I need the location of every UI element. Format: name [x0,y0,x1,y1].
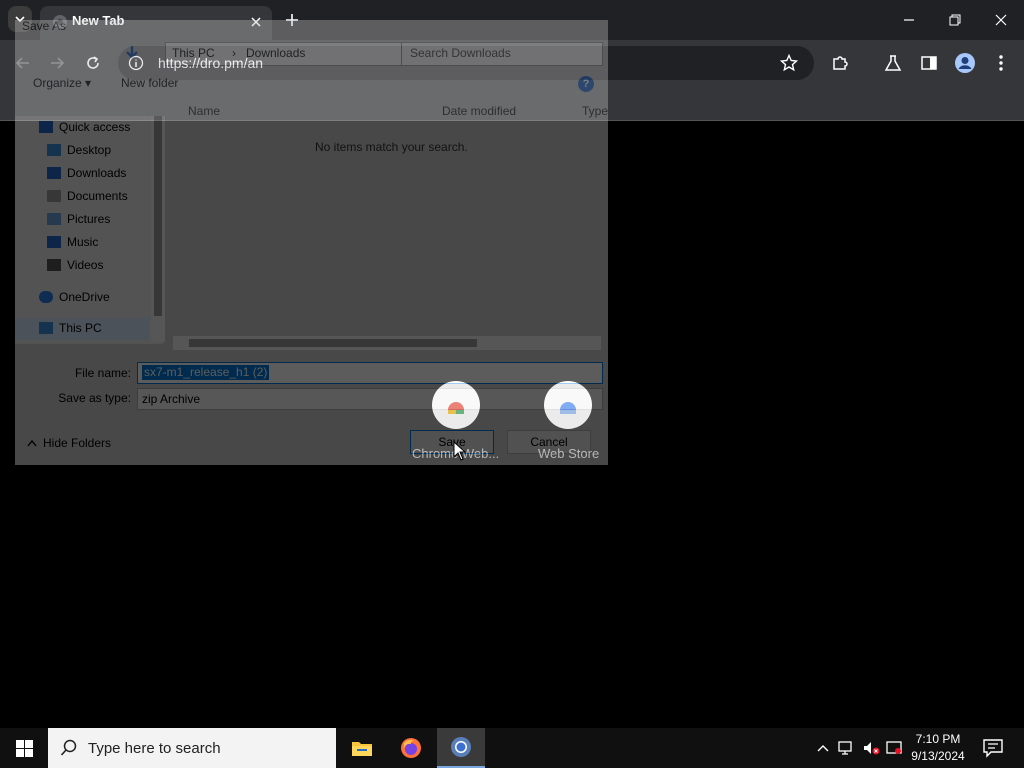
volume-muted-icon [864,742,880,755]
download-folder-icon [126,46,138,59]
taskbar-search-placeholder: Type here to search [88,740,221,757]
restore-button[interactable] [932,0,978,40]
star-icon [780,54,798,72]
taskbar-file-explorer[interactable] [338,728,386,768]
close-window-button[interactable] [978,0,1024,40]
video-icon [47,259,61,271]
cloud-icon [39,291,53,303]
dialog-search-placeholder: Search Downloads [410,46,511,60]
empty-results-message: No items match your search. [315,140,468,154]
menu-button[interactable] [988,50,1014,76]
nav-item-desktop[interactable]: Desktop [47,141,111,159]
windows-logo-icon [15,739,33,757]
flask-icon [884,55,902,71]
tray-volume-icon[interactable] [862,739,880,757]
restore-icon [949,14,961,26]
save-as-dialog: Save As This PC › Downloads Search Downl… [15,19,608,465]
column-header-type[interactable]: Type [582,104,608,118]
nav-item-this-pc[interactable]: This PC [39,319,102,337]
breadcrumb-separator: › [232,46,236,60]
nav-item-downloads[interactable]: Downloads [47,164,126,182]
firefox-icon [401,738,421,758]
input-language-icon [886,741,902,754]
close-icon [995,14,1007,26]
puzzle-icon [833,56,848,70]
organize-button[interactable]: Organize ▾ [33,76,91,90]
chevron-up-icon [27,439,37,447]
tray-language-icon[interactable] [886,739,904,757]
labs-button[interactable] [880,50,906,76]
bookmark-star-button[interactable] [776,50,802,76]
cancel-button[interactable]: Cancel [507,430,591,454]
navigation-pane: Quick access Desktop Downloads Documents… [15,116,163,344]
nav-item-music[interactable]: Music [47,233,98,251]
file-name-input[interactable]: sx7-m1_release_h1 (2) [137,362,603,384]
music-icon [47,236,61,248]
minimize-button[interactable] [886,0,932,40]
taskbar-search-input[interactable]: Type here to search [48,728,336,768]
nav-pane-scrollbar[interactable] [151,116,165,342]
file-name-value: sx7-m1_release_h1 (2) [142,365,270,380]
tray-chevron-up-icon[interactable] [814,739,832,757]
avatar-icon [955,53,975,73]
kebab-menu-icon [999,55,1003,71]
save-type-select[interactable]: zip Archive [137,388,603,410]
clock-time: 7:10 PM [915,732,961,746]
new-folder-button[interactable]: New folder [121,76,178,90]
column-header-name[interactable]: Name [188,104,220,118]
help-icon[interactable]: ? [578,76,594,92]
computer-icon [39,322,53,334]
chrome-icon [451,737,471,757]
tray-network-icon[interactable] [838,739,856,757]
save-button[interactable]: Save [410,430,494,454]
document-icon [47,190,61,202]
scrollbar-thumb[interactable] [154,116,162,316]
breadcrumb-this-pc[interactable]: This PC [172,46,215,60]
taskbar-clock[interactable]: 7:10 PM 9/13/2024 [904,731,972,765]
chevron-up-icon [817,745,829,752]
nav-item-onedrive[interactable]: OneDrive [39,288,110,306]
file-name-label: File name: [74,366,131,380]
save-type-value: zip Archive [142,392,201,406]
notification-icon[interactable] [982,737,1004,759]
search-icon [60,739,77,756]
scrollbar-thumb[interactable] [189,339,477,347]
breadcrumb-downloads[interactable]: Downloads [246,46,305,60]
network-icon [838,741,852,755]
mouse-cursor-icon [453,441,467,461]
nav-item-documents[interactable]: Documents [47,187,128,205]
dialog-address-bar[interactable]: This PC › Downloads [165,42,407,66]
taskbar: Type here to search 7:10 PM 9/13/2024 [0,728,1024,768]
dialog-search-input[interactable]: Search Downloads [401,42,603,66]
start-button[interactable] [0,728,48,768]
hide-folders-button[interactable]: Hide Folders [27,436,111,450]
side-panel-button[interactable] [916,50,942,76]
taskbar-chrome[interactable] [437,728,485,768]
side-panel-icon [921,56,937,70]
save-type-label: Save as type: [58,391,131,405]
extensions-button[interactable] [827,50,853,76]
file-explorer-icon [352,742,372,756]
star-icon [39,121,53,133]
minimize-icon [904,19,914,21]
nav-item-videos[interactable]: Videos [47,256,103,274]
file-list-scrollbar[interactable] [173,336,601,350]
download-icon [47,167,61,179]
column-header-date-modified[interactable]: Date modified [442,104,516,118]
picture-icon [47,213,61,225]
profile-button[interactable] [952,50,978,76]
nav-item-pictures[interactable]: Pictures [47,210,110,228]
dialog-title: Save As [22,19,67,33]
taskbar-firefox[interactable] [387,728,435,768]
desktop-icon [47,144,61,156]
nav-item-quick-access[interactable]: Quick access [39,118,130,136]
clock-date: 9/13/2024 [911,749,965,763]
